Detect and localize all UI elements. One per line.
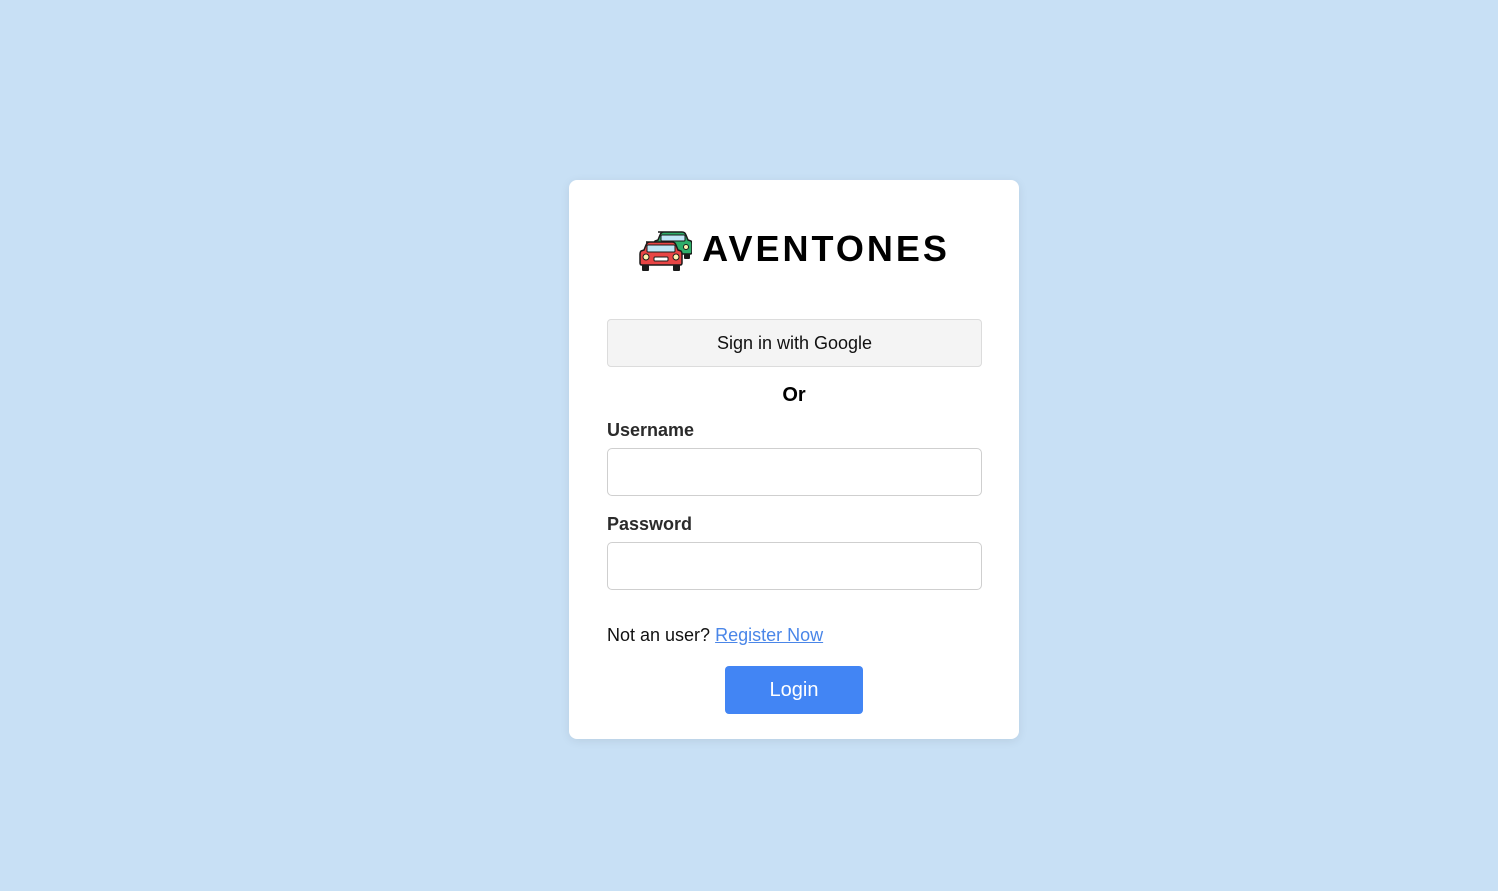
login-card: AVENTONES Sign in with Google Or Usernam…: [569, 180, 1019, 739]
brand-name: AVENTONES: [702, 228, 950, 269]
login-button[interactable]: Login: [725, 666, 863, 714]
username-input[interactable]: [607, 448, 982, 496]
password-input[interactable]: [607, 542, 982, 590]
register-now-link[interactable]: Register Now: [715, 625, 823, 645]
cars-icon: [639, 231, 693, 271]
or-divider: Or: [782, 384, 806, 406]
google-signin-button[interactable]: Sign in with Google: [607, 319, 982, 367]
username-label: Username: [607, 420, 695, 440]
register-prompt-text: Not an user?: [607, 625, 711, 645]
brand-header: AVENTONES: [569, 224, 1019, 274]
register-prompt-line: Not an user? Register Now: [607, 625, 823, 646]
password-label: Password: [607, 514, 693, 534]
